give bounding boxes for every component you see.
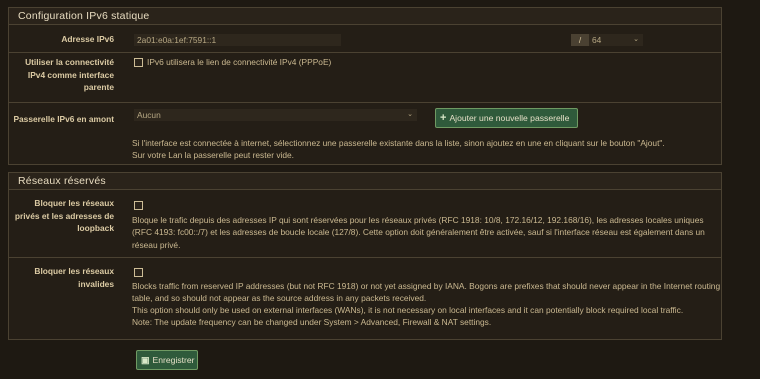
prefix-separator: / [571, 34, 589, 46]
prefix-length-value: 64 [592, 35, 602, 45]
gateway-row: Passerelle IPv6 en amont Aucun ⌄ + Ajoute… [9, 103, 721, 166]
ipv6-address-input[interactable]: 2a01:e0a:1ef:7591::1 [134, 34, 341, 46]
use-ipv4-label: Utiliser la connectivité IPv4 comme inte… [25, 57, 114, 92]
add-gateway-label: Ajouter une nouvelle passerelle [449, 113, 570, 123]
block-private-row: Bloquer les réseaux privés et les adress… [9, 190, 721, 258]
use-ipv4-text: IPv6 utilisera le lien de connectivité I… [147, 57, 332, 67]
panel-title-ipv6: Configuration IPv6 statique [9, 8, 721, 25]
save-button-label: Enregistrer [152, 355, 195, 365]
ipv6-address-row: Adresse IPv6 2a01:e0a:1ef:7591::1 / 64 ⌄ [9, 25, 721, 53]
add-gateway-button[interactable]: + Ajouter une nouvelle passerelle [435, 108, 578, 128]
panel-title-reserved: Réseaux réservés [9, 173, 721, 190]
ipv6-static-panel: Configuration IPv6 statique Adresse IPv6… [8, 7, 722, 165]
chevron-down-icon: ⌄ [633, 36, 639, 43]
gateway-selected-value: Aucun [137, 110, 161, 120]
ipv6-address-label: Adresse IPv6 [61, 34, 114, 44]
block-private-checkbox[interactable] [134, 201, 143, 210]
block-bogons-help-3: Note: The update frequency can be change… [132, 317, 492, 327]
reserved-networks-panel: Réseaux réservés Bloquer les réseaux pri… [8, 172, 722, 340]
gateway-help-line-2: Sur votre Lan la passerelle peut rester … [132, 150, 295, 160]
save-button[interactable]: ▣ Enregistrer [136, 350, 198, 370]
block-bogons-help-2: This option should only be used on exter… [132, 305, 684, 315]
use-ipv4-checkbox[interactable] [134, 58, 143, 67]
gateway-select[interactable]: Aucun ⌄ [134, 109, 417, 121]
gateway-help-line-1: Si l'interface est connectée à internet,… [132, 138, 665, 148]
block-private-label: Bloquer les réseaux privés et les adress… [14, 198, 114, 233]
use-ipv4-row: Utiliser la connectivité IPv4 comme inte… [9, 53, 721, 103]
block-bogons-row: Bloquer les réseaux invalides Blocks tra… [9, 258, 721, 340]
chevron-down-icon: ⌄ [407, 111, 413, 118]
gateway-label: Passerelle IPv6 en amont [13, 114, 114, 124]
plus-icon: + [440, 112, 447, 124]
block-bogons-label: Bloquer les réseaux invalides [34, 266, 114, 289]
save-icon: ▣ [141, 355, 150, 365]
prefix-length-select[interactable]: 64 ⌄ [589, 34, 643, 46]
block-private-help: Bloque le trafic depuis des adresses IP … [132, 215, 705, 250]
block-bogons-help-1: Blocks traffic from reserved IP addresse… [132, 281, 721, 304]
block-bogons-checkbox[interactable] [134, 268, 143, 277]
